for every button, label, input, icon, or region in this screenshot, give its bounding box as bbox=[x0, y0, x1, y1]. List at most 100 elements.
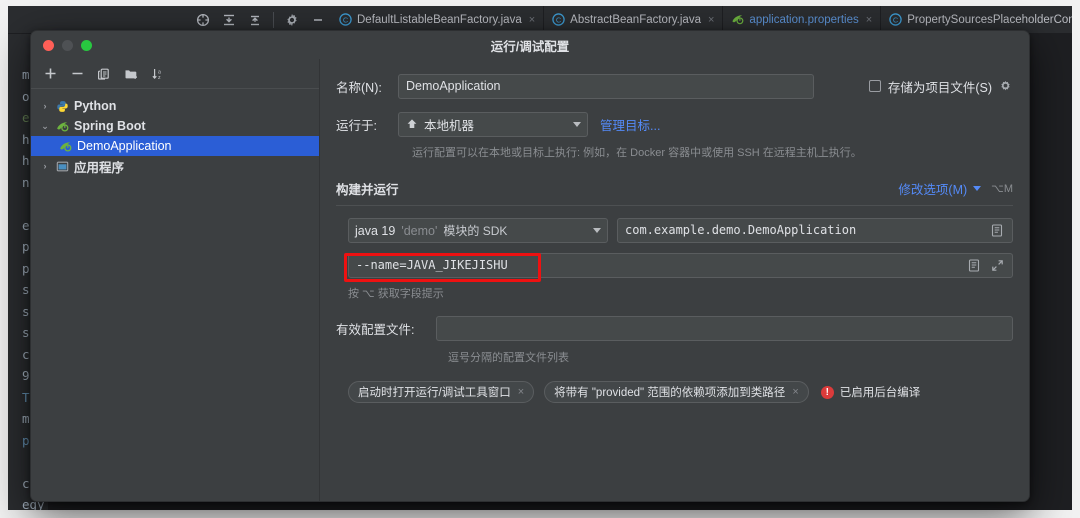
active-profiles-hint: 逗号分隔的配置文件列表 bbox=[448, 352, 569, 364]
svg-text:C: C bbox=[893, 15, 899, 24]
editor-tab[interactable]: C AbstractBeanFactory.java × bbox=[544, 6, 724, 33]
add-configuration-button[interactable] bbox=[38, 63, 62, 85]
name-row: 名称(N): DemoApplication 存储为项目文件(S) bbox=[336, 73, 1013, 99]
option-chip-label: 将带有 "provided" 范围的依赖项添加到类路径 bbox=[554, 387, 786, 399]
expand-field-icon[interactable] bbox=[966, 257, 982, 273]
manage-targets-link[interactable]: 管理目标... bbox=[600, 115, 660, 134]
run-on-row: 运行于: 本地机器 管理目标... bbox=[336, 111, 1013, 137]
name-input[interactable]: DemoApplication bbox=[398, 73, 814, 99]
run-on-target-value: 本地机器 bbox=[424, 118, 475, 133]
main-class-input[interactable]: com.example.demo.DemoApplication bbox=[617, 217, 1013, 243]
tree-item-spring-boot[interactable]: ⌄ Spring Boot bbox=[31, 116, 319, 136]
store-as-project-file-checkbox[interactable] bbox=[868, 80, 881, 92]
chevron-down-icon bbox=[593, 227, 601, 233]
minimize-icon[interactable] bbox=[305, 7, 331, 33]
configurations-panel: az › Python ⌄ Spring Boot DemoApplication › 应用… bbox=[31, 59, 320, 501]
chevron-down-icon[interactable] bbox=[973, 185, 982, 191]
gear-icon[interactable] bbox=[997, 78, 1013, 94]
main-class-value: com.example.demo.DemoApplication bbox=[625, 223, 857, 237]
window-traffic-lights bbox=[43, 40, 92, 51]
folder-add-icon[interactable] bbox=[119, 63, 143, 85]
editor-tab-label: PropertySourcesPlaceholderConf bbox=[907, 13, 1072, 26]
java-class-icon: C bbox=[889, 13, 902, 26]
remove-configuration-button[interactable] bbox=[65, 63, 89, 85]
editor-tab-label: DefaultListableBeanFactory.java bbox=[357, 13, 522, 26]
application-icon bbox=[56, 160, 69, 173]
name-label: 名称(N): bbox=[336, 80, 382, 95]
maximize-button[interactable] bbox=[81, 40, 92, 51]
build-and-run-title: 构建并运行 bbox=[336, 182, 399, 197]
option-chip[interactable]: 启动时打开运行/调试工具窗口 × bbox=[348, 381, 535, 403]
background-compile-status: ! 已启用后台编译 bbox=[820, 384, 921, 400]
jdk-value: java 19 bbox=[355, 223, 396, 238]
expand-all-icon[interactable] bbox=[216, 7, 242, 33]
minimize-button[interactable] bbox=[62, 40, 73, 51]
spring-boot-icon bbox=[59, 140, 72, 153]
close-button[interactable] bbox=[43, 40, 54, 51]
close-icon[interactable]: × bbox=[518, 386, 524, 398]
copy-configuration-button[interactable] bbox=[92, 63, 116, 85]
run-on-hint: 运行配置可以在本地或目标上执行: 例如，在 Docker 容器中或使用 SSH … bbox=[412, 147, 862, 159]
run-on-target-select[interactable]: 本地机器 bbox=[398, 111, 588, 137]
expand-arrow-icon[interactable]: ⌄ bbox=[39, 121, 51, 132]
option-chip[interactable]: 将带有 "provided" 范围的依赖项添加到类路径 × bbox=[544, 381, 809, 403]
collapse-all-icon[interactable] bbox=[242, 7, 268, 33]
expand-arrow-icon[interactable]: › bbox=[39, 101, 51, 111]
editor-tab-label: application.properties bbox=[749, 13, 859, 26]
java-class-icon: C bbox=[552, 13, 565, 26]
tree-item-label: DemoApplication bbox=[77, 139, 172, 153]
svg-text:C: C bbox=[343, 15, 349, 24]
tree-item-python[interactable]: › Python bbox=[31, 96, 319, 116]
local-machine-icon bbox=[405, 118, 418, 131]
tree-item-应用程序[interactable]: › 应用程序 bbox=[31, 156, 319, 176]
fullscreen-icon[interactable] bbox=[989, 257, 1005, 273]
tree-item-demoapplication[interactable]: DemoApplication bbox=[31, 136, 319, 156]
program-arguments-row: --name=JAVA_JIKEJISHU bbox=[336, 252, 1013, 278]
run-on-label: 运行于: bbox=[336, 118, 377, 133]
dialog-title-bar: 运行/调试配置 bbox=[31, 31, 1029, 59]
background-compile-label: 已启用后台编译 bbox=[839, 387, 921, 399]
svg-text:C: C bbox=[556, 15, 562, 24]
program-arguments-input[interactable]: --name=JAVA_JIKEJISHU bbox=[348, 252, 1013, 278]
editor-tab[interactable]: C PropertySourcesPlaceholderConf bbox=[881, 6, 1072, 33]
run-debug-configurations-dialog: 运行/调试配置 a z › Python ⌄ Spring Boot DemoA… bbox=[30, 30, 1030, 502]
close-icon[interactable]: × bbox=[529, 14, 535, 26]
dialog-title: 运行/调试配置 bbox=[490, 39, 570, 54]
editor-toolbar bbox=[8, 6, 331, 33]
build-and-run-header: 构建并运行 修改选项(M) ⌥M bbox=[336, 179, 1013, 197]
run-with-coverage-icon[interactable] bbox=[190, 7, 216, 33]
section-divider bbox=[336, 205, 1013, 206]
modify-options-link[interactable]: 修改选项(M) bbox=[898, 179, 967, 198]
close-icon[interactable]: × bbox=[792, 386, 798, 398]
editor-tab[interactable]: application.properties × bbox=[723, 6, 882, 33]
toolbar-divider bbox=[273, 11, 274, 28]
store-as-project-file-label: 存储为项目文件(S) bbox=[887, 80, 992, 95]
name-input-value: DemoApplication bbox=[406, 79, 501, 93]
java-class-icon: C bbox=[339, 13, 352, 26]
jdk-select[interactable]: java 19 'demo' 模块的 SDK bbox=[348, 217, 608, 243]
options-chips-row: 启动时打开运行/调试工具窗口 × 将带有 "provided" 范围的依赖项添加到类… bbox=[336, 381, 1013, 403]
spring-boot-icon bbox=[56, 120, 69, 133]
tree-item-label: Python bbox=[74, 99, 117, 113]
modify-options-shortcut: ⌥M bbox=[991, 182, 1013, 195]
active-profiles-label: 有效配置文件: bbox=[336, 322, 415, 337]
sort-az-icon[interactable]: az bbox=[146, 63, 170, 85]
python-icon bbox=[56, 100, 69, 113]
expand-field-icon[interactable] bbox=[989, 222, 1005, 238]
jdk-module: 'demo' bbox=[401, 223, 438, 238]
editor-tab[interactable]: C DefaultListableBeanFactory.java × bbox=[331, 6, 545, 33]
configurations-tree[interactable]: › Python ⌄ Spring Boot DemoApplication › 应用程序 bbox=[31, 89, 319, 501]
jdk-suffix: 模块的 SDK bbox=[443, 223, 508, 238]
editor-tabs: C DefaultListableBeanFactory.java × C Abstra… bbox=[331, 6, 1072, 33]
tree-item-label: Spring Boot bbox=[74, 119, 146, 133]
sdk-and-main-class-row: java 19 'demo' 模块的 SDK com.example.demo.… bbox=[336, 217, 1013, 243]
settings-icon[interactable] bbox=[279, 7, 305, 33]
tree-item-label: 应用程序 bbox=[74, 160, 125, 175]
expand-arrow-icon[interactable]: › bbox=[39, 161, 51, 171]
close-icon[interactable]: × bbox=[866, 14, 872, 26]
close-icon[interactable]: × bbox=[708, 14, 714, 26]
active-profiles-input[interactable] bbox=[436, 315, 1013, 341]
program-arguments-hint: 按 ⌥ 获取字段提示 bbox=[348, 288, 444, 300]
option-chip-label: 启动时打开运行/调试工具窗口 bbox=[358, 387, 511, 399]
error-icon: ! bbox=[820, 385, 834, 399]
